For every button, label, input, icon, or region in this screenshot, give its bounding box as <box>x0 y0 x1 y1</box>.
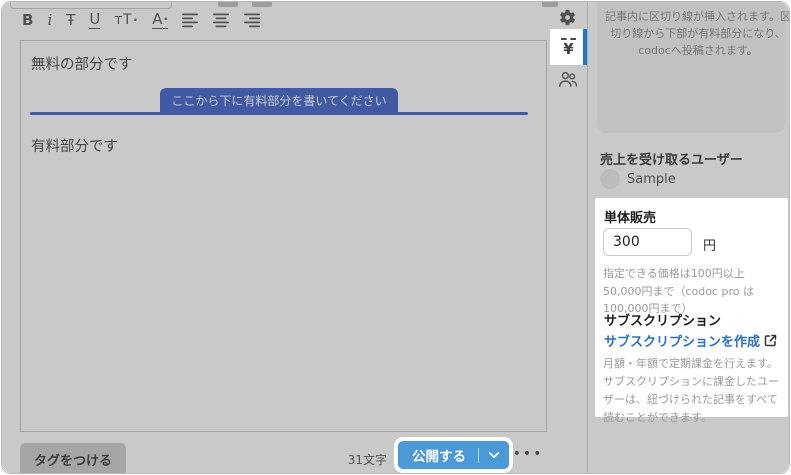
external-link-icon <box>764 334 777 347</box>
yen-icon: ¥ <box>563 41 573 57</box>
sales-settings-spotlight: 単体販売 円 指定できる価格は100円以上50,000円まで（codoc pro… <box>595 198 788 417</box>
paid-settings-tab[interactable]: ¥ <box>550 29 587 65</box>
editor-window: B i Ŧ U тT· A· 無料の部分です ここから下に有料部分を書いてくださ… <box>1 1 790 474</box>
active-tab-indicator <box>583 29 587 65</box>
currency-label: 円 <box>703 235 716 254</box>
publish-label: 公開する <box>398 445 478 465</box>
price-input[interactable] <box>603 228 692 256</box>
publish-button[interactable]: 公開する <box>398 441 509 469</box>
create-subscription-link[interactable]: サブスクリプションを作成 <box>604 331 777 350</box>
publish-options-button[interactable] <box>479 453 509 457</box>
single-sale-heading: 単体販売 <box>604 207 656 226</box>
publish-button-spotlight: 公開する <box>394 437 513 473</box>
chevron-down-icon <box>488 447 499 458</box>
subscription-heading: サブスクリプション <box>604 310 721 329</box>
subscription-note: 月額・年額で定期課金を行えます。サブスクリプションに課金したユーザーは、紐づけら… <box>603 355 784 428</box>
